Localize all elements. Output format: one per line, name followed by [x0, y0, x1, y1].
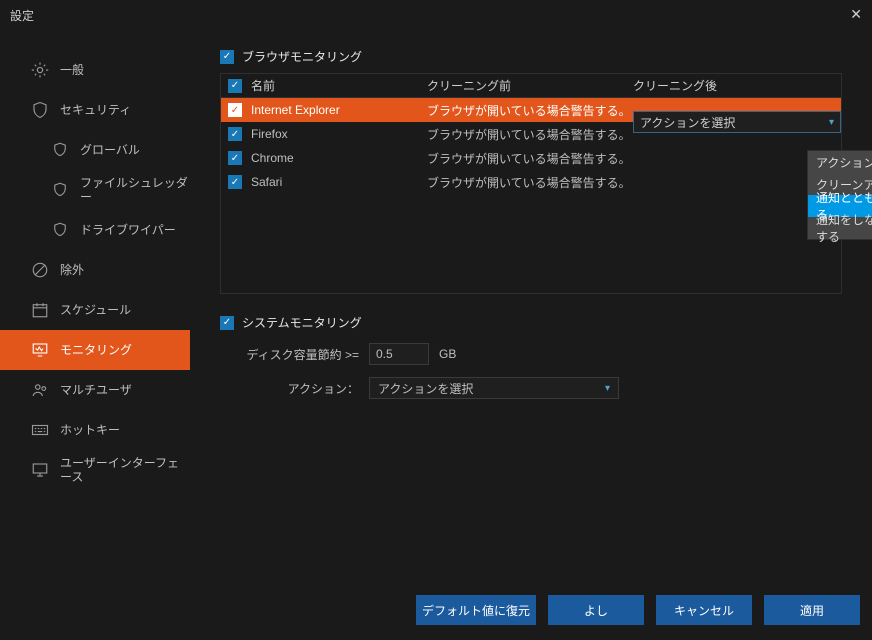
content-pane: ✓ ブラウザモニタリング ✓ 名前 クリーニング前 クリーニング後 ✓ Inte… [190, 30, 872, 575]
sidebar-item-global[interactable]: グローバル [0, 130, 190, 170]
row-checkbox[interactable]: ✓ [228, 103, 242, 117]
sidebar-item-label: モニタリング [60, 343, 132, 357]
calendar-icon [30, 301, 50, 319]
display-icon [30, 461, 50, 479]
sidebar-item-label: セキュリティ [60, 103, 131, 117]
row-name: Chrome [249, 151, 427, 165]
gear-icon [30, 61, 50, 79]
chevron-down-icon: ▾ [829, 117, 834, 128]
wiper-icon [50, 221, 70, 239]
browser-monitoring-checkbox[interactable]: ✓ [220, 50, 234, 64]
system-monitoring-checkbox[interactable]: ✓ [220, 316, 234, 330]
browser-table: ✓ 名前 クリーニング前 クリーニング後 ✓ Internet Explorer… [220, 73, 842, 294]
sidebar-item-label: ユーザーインターフェース [60, 456, 190, 485]
row-after-combo[interactable]: アクションを選択 ▾ [633, 111, 841, 133]
sidebar-item-schedule[interactable]: スケジュール [0, 290, 190, 330]
sidebar-item-label: グローバル [80, 143, 140, 157]
table-row[interactable]: ✓ Internet Explorer ブラウザが開いている場合警告する。 アク… [221, 98, 841, 122]
combo-value: アクションを選択 [640, 114, 735, 131]
row-name: Firefox [249, 127, 427, 141]
sidebar-item-hotkey[interactable]: ホットキー [0, 410, 190, 450]
sidebar-item-ui[interactable]: ユーザーインターフェース [0, 450, 190, 490]
sidebar-item-general[interactable]: 一般 [0, 50, 190, 90]
row-checkbox[interactable]: ✓ [228, 151, 242, 165]
system-monitoring-label: システムモニタリング [242, 314, 362, 331]
sidebar-item-multiuser[interactable]: マルチユーザ [0, 370, 190, 410]
col-name-header[interactable]: 名前 [249, 77, 427, 94]
restore-defaults-button[interactable]: デフォルト値に復元 [416, 595, 536, 625]
disk-save-unit: GB [439, 347, 456, 361]
sidebar-item-label: 一般 [60, 63, 84, 77]
monitor-icon [30, 341, 50, 359]
close-icon[interactable]: ✕ [850, 6, 862, 23]
col-after-header[interactable]: クリーニング後 [633, 77, 841, 94]
row-name: Safari [249, 175, 427, 189]
dropdown-item[interactable]: アクションを選択 [808, 151, 872, 173]
sidebar-item-wiper[interactable]: ドライブワイパー [0, 210, 190, 250]
titlebar: 設定 ✕ [0, 0, 872, 30]
table-row[interactable]: ✓ Chrome ブラウザが開いている場合警告する。 [221, 146, 841, 170]
table-row[interactable]: ✓ Safari ブラウザが開いている場合警告する。 [221, 170, 841, 194]
chevron-down-icon: ▾ [605, 383, 610, 394]
header-checkbox[interactable]: ✓ [228, 79, 242, 93]
footer: デフォルト値に復元 よし キャンセル 適用 [0, 580, 872, 640]
after-action-dropdown: アクションを選択 クリーンアップの通知をする。 通知とともに自動的にクリーンアッ… [807, 150, 872, 240]
row-checkbox[interactable]: ✓ [228, 175, 242, 189]
row-before: ブラウザが開いている場合警告する。 [427, 150, 633, 167]
sidebar-item-monitoring[interactable]: モニタリング [0, 330, 190, 370]
shield-icon [30, 101, 50, 119]
row-before: ブラウザが開いている場合警告する。 [427, 126, 633, 143]
ok-button[interactable]: よし [548, 595, 644, 625]
sidebar-item-exclude[interactable]: 除外 [0, 250, 190, 290]
sidebar-item-label: ドライブワイパー [80, 223, 176, 237]
shield-sub-icon [50, 141, 70, 159]
window-title: 設定 [10, 7, 34, 24]
sidebar-item-label: 除外 [60, 263, 84, 277]
action-select[interactable]: アクションを選択 ▾ [369, 377, 619, 399]
forbid-icon [30, 261, 50, 279]
cancel-button[interactable]: キャンセル [656, 595, 752, 625]
sidebar-item-security[interactable]: セキュリティ [0, 90, 190, 130]
disk-save-input[interactable] [369, 343, 429, 365]
dropdown-item[interactable]: 通知をしないで自動的にクリーンアップする [808, 217, 872, 239]
browser-monitoring-label: ブラウザモニタリング [242, 48, 362, 65]
keyboard-icon [30, 421, 50, 439]
sidebar-item-shredder[interactable]: ファイルシュレッダー [0, 170, 190, 210]
sidebar: 一般 セキュリティ グローバル ファイルシュレッダー ドライブワイパー 除外 ス… [0, 30, 190, 575]
sidebar-item-label: マルチユーザ [60, 383, 132, 397]
col-before-header[interactable]: クリーニング前 [427, 77, 633, 94]
row-checkbox[interactable]: ✓ [228, 127, 242, 141]
action-select-value: アクションを選択 [378, 380, 473, 397]
apply-button[interactable]: 適用 [764, 595, 860, 625]
shredder-icon [50, 181, 70, 199]
sidebar-item-label: ファイルシュレッダー [80, 176, 190, 205]
users-icon [30, 381, 50, 399]
sidebar-item-label: スケジュール [60, 303, 131, 317]
action-label: アクション： [234, 380, 359, 397]
disk-save-label: ディスク容量節約 >= [234, 346, 359, 363]
row-before: ブラウザが開いている場合警告する。 [427, 174, 633, 191]
row-before: ブラウザが開いている場合警告する。 [427, 102, 633, 119]
row-name: Internet Explorer [249, 103, 427, 117]
sidebar-item-label: ホットキー [60, 423, 120, 437]
